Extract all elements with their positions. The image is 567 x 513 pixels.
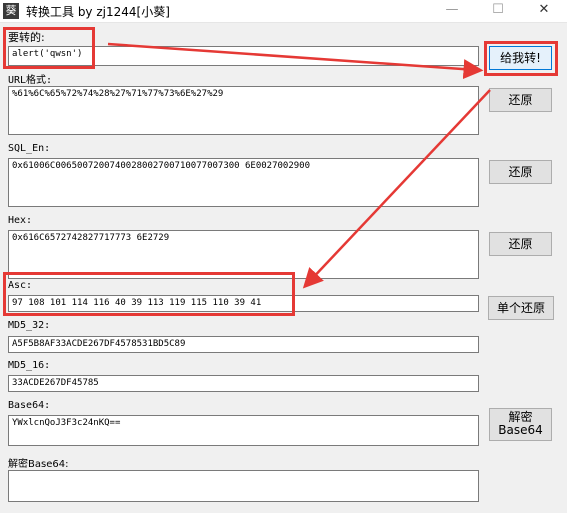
restore-url-button[interactable]: 还原 [489,88,552,112]
decode-base64-button[interactable]: 解密 Base64 [489,408,552,441]
convert-button[interactable]: 给我转! [489,46,552,70]
md5-16-label: MD5_16: [8,360,51,371]
window-title: 转换工具 by zj1244[小葵] [26,5,170,19]
url-field[interactable]: %61%6C%65%72%74%28%27%71%77%73%6E%27%29 [8,86,479,135]
minimize-button[interactable]: — [429,0,475,22]
input-label: 要转的: [8,31,45,44]
asc-field[interactable]: 97 108 101 114 116 40 39 113 119 115 110… [8,295,479,312]
url-label: URL格式: [8,75,53,86]
base64-label: Base64: [8,400,51,411]
asc-label: Asc: [8,280,33,291]
hex-label: Hex: [8,215,33,226]
decode-base64-field[interactable] [8,470,479,502]
close-button[interactable]: ✕ [521,0,567,22]
md5-16-field[interactable]: 33ACDE267DF45785 [8,375,479,392]
maximize-button[interactable]: ☐ [475,0,521,22]
restore-hex-button[interactable]: 还原 [489,232,552,256]
md5-32-label: MD5_32: [8,320,51,331]
input-field[interactable]: alert('qwsn') [8,46,479,66]
hex-field[interactable]: 0x616C6572742827717773 6E2729 [8,230,479,279]
sql-en-field[interactable]: 0x61006C00650072007400280027007100770073… [8,158,479,207]
sql-en-label: SQL_En: [8,143,51,154]
restore-asc-button[interactable]: 单个还原 [488,296,554,320]
decode-base64-label: 解密Base64: [8,459,69,470]
title-bar: 葵 转换工具 by zj1244[小葵] — ☐ ✕ [0,0,567,23]
restore-sql-button[interactable]: 还原 [489,160,552,184]
app-icon: 葵 [3,3,19,19]
md5-32-field[interactable]: A5F5B8AF33ACDE267DF4578531BD5C89 [8,336,479,353]
base64-field[interactable]: YWxlcnQoJ3F3c24nKQ== [8,415,479,446]
